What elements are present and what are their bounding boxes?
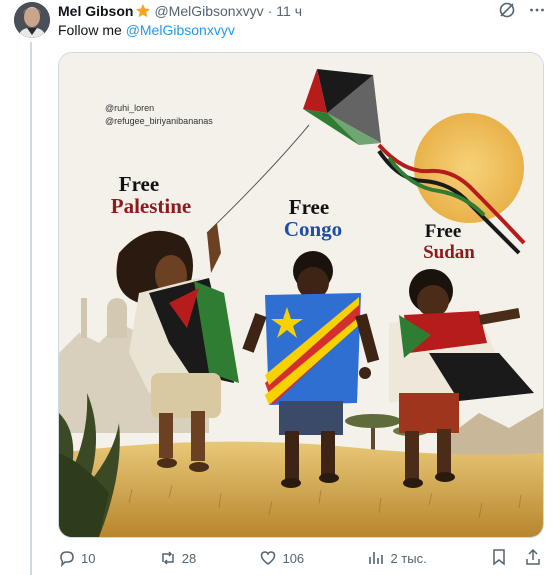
like-count: 106: [282, 550, 305, 566]
like-button[interactable]: 106: [259, 549, 304, 567]
repost-icon: [161, 551, 174, 565]
sudan-line1: Free: [425, 221, 462, 242]
credit-2: @refugee_biriyanibananas: [105, 116, 213, 126]
reply-count: 10: [81, 550, 96, 566]
grok-icon[interactable]: [498, 1, 516, 19]
reply-button[interactable]: 10: [58, 549, 95, 567]
reply-icon: [60, 551, 74, 567]
thread-line: [30, 42, 32, 575]
share-icon: [526, 548, 540, 565]
views-button[interactable]: 2 тыс.: [367, 549, 427, 567]
palestine-line1: Free: [119, 172, 159, 196]
author-name[interactable]: Mel Gibson: [58, 3, 133, 19]
bookmark-button[interactable]: [490, 548, 508, 569]
bookmark-icon: [493, 548, 505, 566]
avatar[interactable]: [14, 2, 50, 38]
share-button[interactable]: [524, 548, 542, 569]
views-count: 2 тыс.: [390, 550, 427, 566]
like-icon: [261, 551, 276, 565]
palestine-line2: Palestine: [111, 194, 191, 218]
more-icon[interactable]: [528, 1, 546, 19]
verified-badge-icon: [135, 3, 151, 19]
repost-count: 28: [181, 550, 197, 566]
separator-dot: ·: [267, 3, 273, 19]
repost-button[interactable]: 28: [159, 549, 196, 567]
action-bar: 10 28 106 2 тыс.: [58, 548, 542, 568]
post-time[interactable]: 11 ч: [276, 3, 302, 19]
credit-1: @ruhi_loren: [105, 103, 154, 113]
post-header: Mel Gibson @MelGibsonxvyv · 11 ч: [58, 2, 302, 20]
post-text-prefix: Follow me: [58, 22, 126, 38]
top-icons: [498, 1, 546, 19]
post-image[interactable]: @ruhi_loren @refugee_biriyanibananas Fre…: [58, 52, 544, 538]
congo-line1: Free: [289, 195, 329, 219]
sun: [414, 113, 524, 223]
right-actions: [490, 548, 542, 569]
post-text: Follow me @MelGibsonxvyv: [58, 21, 235, 39]
mention-link[interactable]: @MelGibsonxvyv: [126, 22, 235, 38]
views-icon: [369, 552, 384, 564]
held-hands: [359, 367, 371, 379]
author-handle[interactable]: @MelGibsonxvyv: [154, 3, 263, 19]
congo-line2: Congo: [284, 217, 342, 241]
sudan-line2: Sudan: [423, 242, 475, 263]
